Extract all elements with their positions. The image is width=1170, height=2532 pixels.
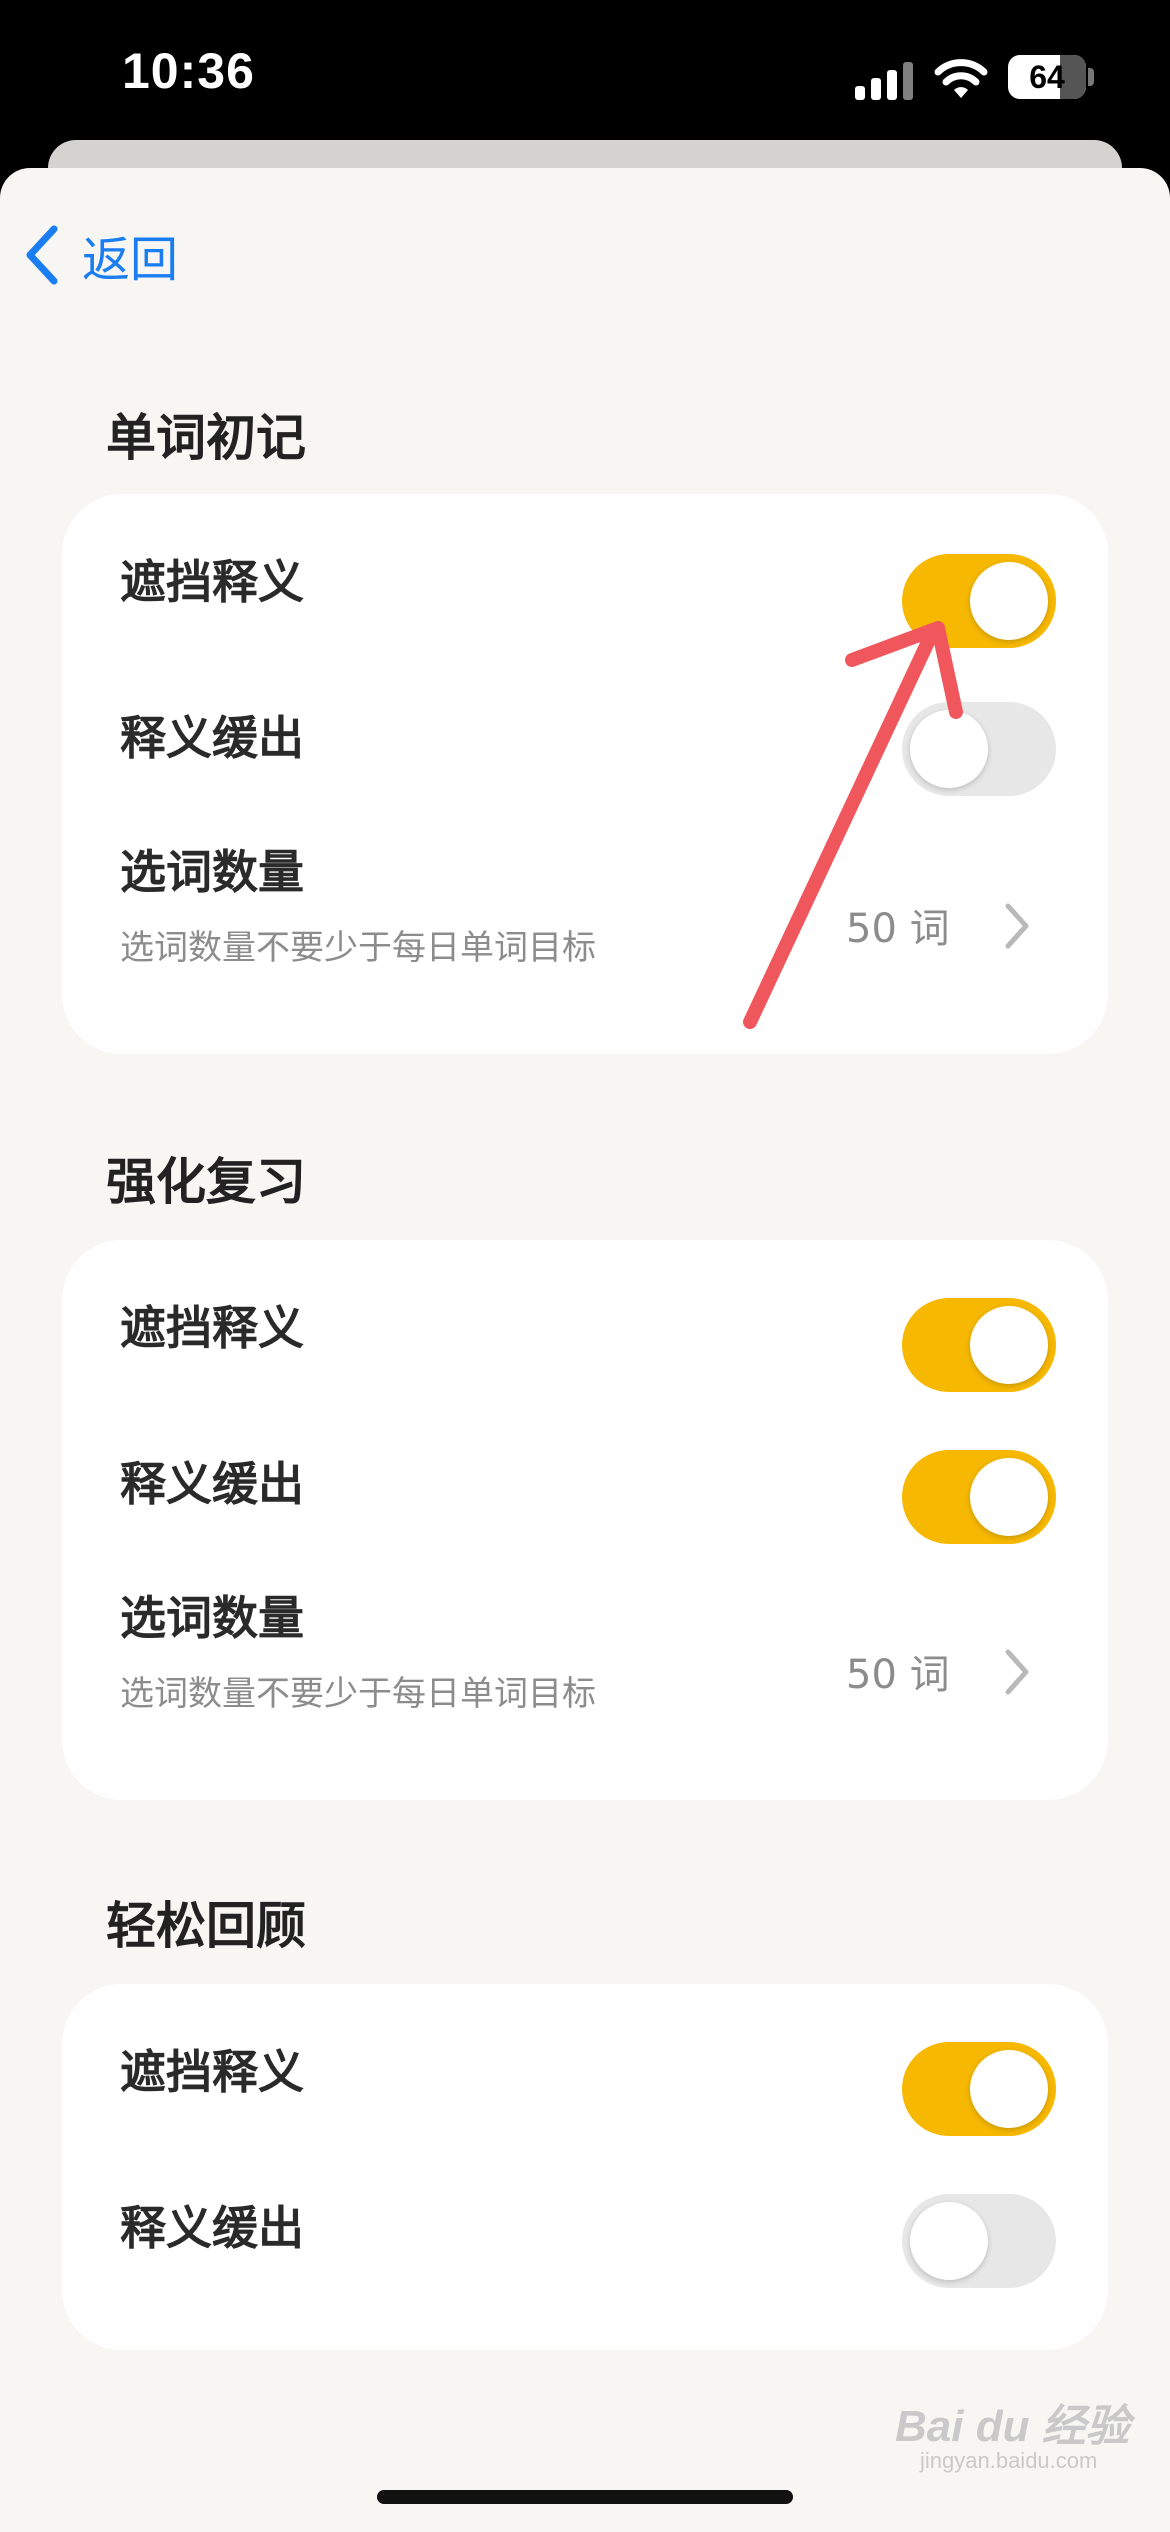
row-subtitle: 选词数量不要少于每日单词目标 — [120, 928, 596, 968]
chevron-left-icon — [26, 225, 58, 285]
row-subtitle: 选词数量不要少于每日单词目标 — [120, 1674, 596, 1714]
row-mask-definition: 遮挡释义 — [62, 1984, 1108, 2136]
toggle-mask-definition[interactable] — [902, 2042, 1056, 2136]
row-definition-delay: 释义缓出 — [62, 644, 1108, 796]
row-word-count[interactable]: 选词数量 选词数量不要少于每日单词目标 50 词 — [62, 794, 1108, 1054]
baidu-watermark: Bai du 经验 — [895, 2402, 1130, 2451]
word-count-value: 50 词 — [846, 1652, 950, 1698]
row-label: 遮挡释义 — [120, 2045, 304, 2099]
chevron-right-icon — [1005, 903, 1029, 949]
row-mask-definition: 遮挡释义 — [62, 494, 1108, 648]
section-title-initial-learning: 单词初记 — [106, 409, 306, 467]
battery-level: 64 — [1029, 59, 1065, 95]
card-initial-learning: 遮挡释义 释义缓出 选词数量 选词数量不要少于每日单词目标 50 词 — [62, 494, 1108, 1054]
battery-icon: 64 — [1008, 55, 1086, 99]
row-label: 选词数量 — [120, 845, 304, 899]
card-intensive-review: 遮挡释义 释义缓出 选词数量 选词数量不要少于每日单词目标 50 词 — [62, 1240, 1108, 1800]
toggle-definition-delay[interactable] — [902, 1450, 1056, 1544]
row-label: 遮挡释义 — [120, 555, 304, 609]
section-title-easy-recap: 轻松回顾 — [106, 1897, 306, 1955]
status-time: 10:36 — [122, 43, 255, 99]
toggle-mask-definition[interactable] — [902, 1298, 1056, 1392]
home-indicator[interactable] — [377, 2490, 793, 2504]
toggle-definition-delay[interactable] — [902, 2194, 1056, 2288]
status-bar: 10:36 64 — [0, 0, 1170, 160]
chevron-right-icon — [1005, 1649, 1029, 1695]
toggle-definition-delay[interactable] — [902, 702, 1056, 796]
row-mask-definition: 遮挡释义 — [62, 1240, 1108, 1392]
back-label: 返回 — [82, 232, 179, 288]
row-definition-delay: 释义缓出 — [62, 1390, 1108, 1544]
cellular-signal-icon — [855, 60, 915, 100]
row-label: 释义缓出 — [120, 2201, 304, 2255]
row-label: 释义缓出 — [120, 1457, 304, 1511]
baidu-watermark-url: jingyan.baidu.com — [920, 2448, 1098, 2473]
row-label: 选词数量 — [120, 1591, 304, 1645]
row-label: 遮挡释义 — [120, 1301, 304, 1355]
row-definition-delay: 释义缓出 — [62, 2134, 1108, 2288]
row-word-count[interactable]: 选词数量 选词数量不要少于每日单词目标 50 词 — [62, 1540, 1108, 1800]
battery-cap — [1088, 68, 1094, 86]
word-count-value: 50 词 — [846, 906, 950, 952]
card-easy-recap: 遮挡释义 释义缓出 — [62, 1984, 1108, 2350]
section-title-intensive-review: 强化复习 — [106, 1153, 306, 1211]
back-button[interactable]: 返回 — [22, 222, 178, 288]
wifi-icon — [934, 59, 988, 98]
row-label: 释义缓出 — [120, 711, 304, 765]
toggle-mask-definition[interactable] — [902, 554, 1056, 648]
